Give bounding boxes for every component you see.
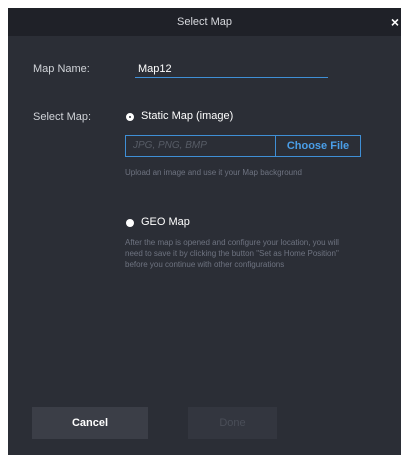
dialog-titlebar: Select Map × xyxy=(8,8,401,36)
geo-help-line: need to save it by clicking the button "… xyxy=(125,249,339,258)
geo-map-radio[interactable] xyxy=(126,219,134,227)
select-map-dialog: Select Map × Map Name: Select Map: Stati… xyxy=(8,8,401,455)
geo-help-text: After the map is opened and configure yo… xyxy=(125,237,339,270)
close-icon[interactable]: × xyxy=(391,8,399,36)
file-picker: JPG, PNG, BMP Choose File xyxy=(125,135,361,157)
geo-help-line: before you continue with other configura… xyxy=(125,260,285,269)
map-name-label: Map Name: xyxy=(33,63,90,75)
file-type-placeholder[interactable]: JPG, PNG, BMP xyxy=(133,136,207,156)
static-map-radio[interactable] xyxy=(126,113,134,121)
dialog-title: Select Map xyxy=(176,16,233,28)
upload-help-text: Upload an image and use it your Map back… xyxy=(125,168,302,177)
choose-file-button[interactable]: Choose File xyxy=(276,136,360,156)
geo-map-option-label[interactable]: GEO Map xyxy=(141,216,190,228)
done-button[interactable]: Done xyxy=(188,407,277,439)
cancel-button[interactable]: Cancel xyxy=(32,407,148,439)
map-name-input[interactable] xyxy=(135,60,328,78)
geo-help-line: After the map is opened and configure yo… xyxy=(125,238,339,247)
map-name-field-wrapper xyxy=(135,59,328,78)
static-map-option-label[interactable]: Static Map (image) xyxy=(141,110,233,122)
select-map-label: Select Map: xyxy=(33,111,92,123)
